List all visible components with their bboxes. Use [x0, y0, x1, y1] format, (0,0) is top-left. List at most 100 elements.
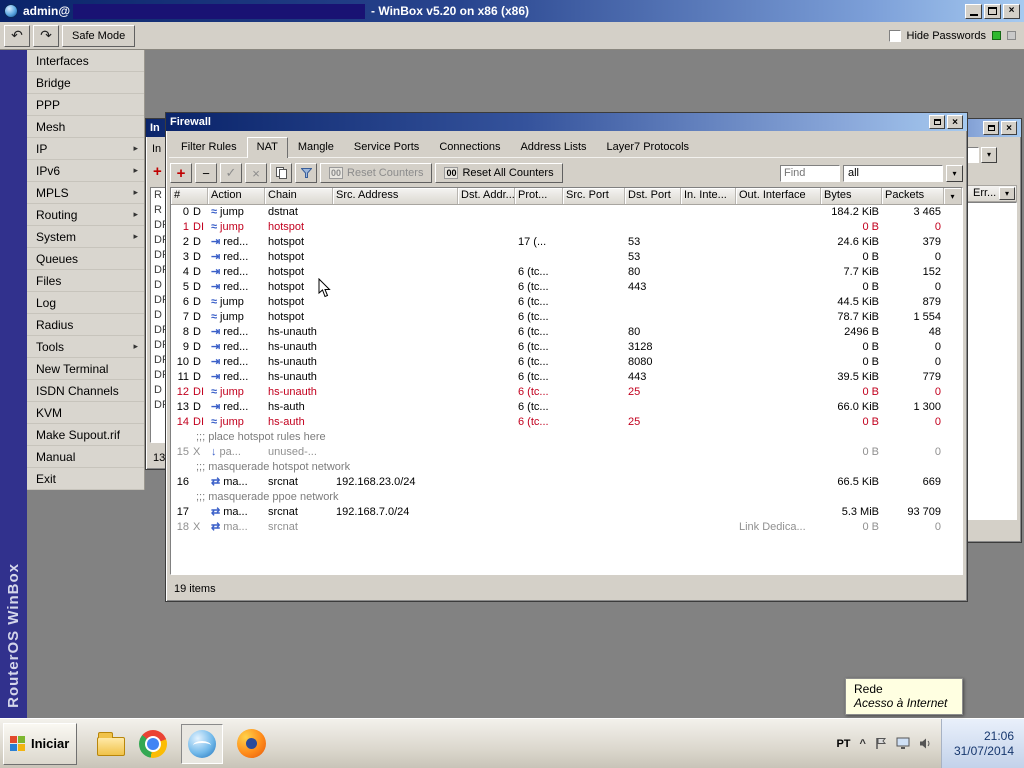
winbox-taskbar-button[interactable]	[181, 723, 223, 764]
notification-flag-icon[interactable]	[875, 737, 887, 750]
redo-button[interactable]: ↷	[33, 24, 59, 47]
copy-rule-button[interactable]	[270, 163, 292, 183]
comment-row[interactable]: ;;; place hotspot rules here	[171, 430, 962, 445]
right-window-column-select-button[interactable]: ▾	[999, 187, 1015, 200]
nat-rule-row[interactable]: 8 D ⇥ red... hs-unauth 6 (tc... 80 2496 B 48	[171, 325, 962, 340]
nat-rule-row[interactable]: 11 D ⇥ red... hs-unauth 6 (tc... 443 39.5 KiB 77…	[171, 370, 962, 385]
sidebar-item-ppp[interactable]: PPP	[27, 94, 144, 116]
right-window-restore-button[interactable]	[983, 121, 999, 135]
tab-layer7-protocols[interactable]: Layer7 Protocols	[597, 137, 700, 157]
file-manager-icon[interactable]	[97, 731, 125, 756]
sidebar-item-queues[interactable]: Queues	[27, 248, 144, 270]
nat-rule-row[interactable]: 6 D ≈ jump hotspot 6 (tc... 44.5 KiB 879	[171, 295, 962, 310]
firefox-icon[interactable]	[237, 729, 266, 758]
firewall-titlebar[interactable]: Firewall ×	[166, 113, 967, 131]
comment-row[interactable]: ;;; masquerade ppoe network	[171, 490, 962, 505]
nat-rule-row[interactable]: 5 D ⇥ red... hotspot 6 (tc... 443 0 B0	[171, 280, 962, 295]
nat-rule-row[interactable]: 10 D ⇥ red... hs-unauth 6 (tc... 8080 0 B0	[171, 355, 962, 370]
nat-rule-row[interactable]: 0 D ≈ jump dstnat 184.2 KiB 3 465	[171, 205, 962, 220]
column-select-button[interactable]: ▾	[944, 188, 962, 204]
comment-row[interactable]: ;;; masquerade hotspot network	[171, 460, 962, 475]
filter-button[interactable]	[295, 163, 317, 183]
tab-service-ports[interactable]: Service Ports	[344, 137, 429, 157]
nat-rule-row[interactable]: 3 D ⇥ red... hotspot 53 0 B0	[171, 250, 962, 265]
nat-rule-row[interactable]: 18 X ⇄ ma... srcnat Link Dedica... 0 B0	[171, 520, 962, 535]
sidebar-item-mpls[interactable]: MPLS ▸	[27, 182, 144, 204]
safe-mode-button[interactable]: Safe Mode	[62, 24, 136, 47]
find-input[interactable]	[780, 164, 840, 182]
minimize-button[interactable]	[965, 3, 982, 19]
network-icon[interactable]	[896, 737, 910, 750]
sidebar-item-ipv6[interactable]: IPv6 ▸	[27, 160, 144, 182]
volume-icon[interactable]	[919, 737, 932, 750]
nat-rule-row[interactable]: 16 ⇄ ma... srcnat 192.168.23.0/24 66.5 KiB 669	[171, 475, 962, 490]
language-indicator[interactable]: PT	[836, 738, 850, 750]
nat-rule-row[interactable]: 7 D ≈ jump hotspot 6 (tc... 78.7 KiB 1 554	[171, 310, 962, 325]
column-header-bytes[interactable]: Bytes	[821, 188, 882, 204]
sidebar-item-tools[interactable]: Tools ▸	[27, 336, 144, 358]
nat-rule-row[interactable]: 17 ⇄ ma... srcnat 192.168.7.0/24 5.3 MiB 93 70…	[171, 505, 962, 520]
chrome-icon[interactable]	[139, 729, 167, 758]
sidebar-item-kvm[interactable]: KVM	[27, 402, 144, 424]
column-header-chain[interactable]: Chain	[265, 188, 333, 204]
sidebar-item-manual[interactable]: Manual	[27, 446, 144, 468]
close-button[interactable]: ×	[1003, 3, 1020, 19]
column-header-dst-port[interactable]: Dst. Port	[625, 188, 681, 204]
sidebar-item-log[interactable]: Log	[27, 292, 144, 314]
sidebar-item-exit[interactable]: Exit	[27, 468, 144, 490]
column-header-in-inte[interactable]: In. Inte...	[681, 188, 736, 204]
sidebar-item-system[interactable]: System ▸	[27, 226, 144, 248]
tab-address-lists[interactable]: Address Lists	[510, 137, 596, 157]
tab-nat[interactable]: NAT	[246, 137, 288, 158]
sidebar-item-mesh[interactable]: Mesh	[27, 116, 144, 138]
nat-rule-row[interactable]: 4 D ⇥ red... hotspot 6 (tc... 80 7.7 KiB 152	[171, 265, 962, 280]
hidden-icons-chevron[interactable]: ^	[860, 738, 866, 750]
disable-rule-button[interactable]: ×	[245, 163, 267, 183]
column-header-err[interactable]: Err...	[973, 187, 996, 199]
sidebar-item-make-supout-rif[interactable]: Make Supout.rif	[27, 424, 144, 446]
firewall-close-button[interactable]: ×	[947, 115, 963, 129]
tab-connections[interactable]: Connections	[429, 137, 510, 157]
sidebar-item-ip[interactable]: IP ▸	[27, 138, 144, 160]
remove-rule-button[interactable]: −	[195, 163, 217, 183]
nat-rule-row[interactable]: 12 DI ≈ jump hs-unauth 6 (tc... 25 0 B0	[171, 385, 962, 400]
tab-filter-rules[interactable]: Filter Rules	[171, 137, 247, 157]
column-header-dst-addr[interactable]: Dst. Addr...	[458, 188, 515, 204]
reset-counters-button[interactable]: 00 Reset Counters	[320, 163, 433, 183]
nat-rule-row[interactable]: 1 DI ≈ jump hotspot 0 B0	[171, 220, 962, 235]
clock[interactable]: 21:06 31/07/2014	[940, 719, 1024, 768]
sidebar-item-isdn-channels[interactable]: ISDN Channels	[27, 380, 144, 402]
chain-filter-arrow-icon[interactable]: ▾	[946, 164, 963, 182]
interface-window-tab[interactable]: In	[152, 143, 161, 155]
start-button[interactable]: Iniciar	[3, 722, 77, 765]
hide-passwords-checkbox[interactable]	[888, 29, 901, 42]
column-header-out-interface[interactable]: Out. Interface	[736, 188, 821, 204]
firewall-restore-button[interactable]	[929, 115, 945, 129]
sidebar-item-new-terminal[interactable]: New Terminal	[27, 358, 144, 380]
column-header-num[interactable]: #	[171, 188, 208, 204]
column-header-src-address[interactable]: Src. Address	[333, 188, 458, 204]
sidebar-item-interfaces[interactable]: Interfaces	[27, 50, 144, 72]
column-header-action[interactable]: Action	[208, 188, 265, 204]
nat-rule-row[interactable]: 13 D ⇥ red... hs-auth 6 (tc... 66.0 KiB 1 300	[171, 400, 962, 415]
add-rule-button[interactable]: +	[170, 163, 192, 183]
sidebar-item-routing[interactable]: Routing ▸	[27, 204, 144, 226]
column-header-src-port[interactable]: Src. Port	[563, 188, 625, 204]
undo-button[interactable]: ↶	[4, 24, 30, 47]
interface-add-button[interactable]: +	[153, 163, 162, 180]
reset-all-counters-button[interactable]: 00 Reset All Counters	[435, 163, 563, 183]
sidebar-item-radius[interactable]: Radius	[27, 314, 144, 336]
nat-rule-row[interactable]: 15 X ↓ pa... unused-... 0 B0	[171, 445, 962, 460]
enable-rule-button[interactable]: ✓	[220, 163, 242, 183]
sidebar-item-files[interactable]: Files	[27, 270, 144, 292]
chain-filter-dropdown[interactable]: all	[843, 164, 943, 182]
nat-rule-row[interactable]: 2 D ⇥ red... hotspot 17 (... 53 24.6 KiB 379	[171, 235, 962, 250]
sidebar-item-bridge[interactable]: Bridge	[27, 72, 144, 94]
column-header-packets[interactable]: Packets	[882, 188, 944, 204]
nat-rule-row[interactable]: 14 DI ≈ jump hs-auth 6 (tc... 25 0 B0	[171, 415, 962, 430]
column-header-prot[interactable]: Prot...	[515, 188, 563, 204]
right-window-combo-arrow-icon[interactable]: ▾	[981, 147, 997, 163]
maximize-button[interactable]	[984, 3, 1001, 19]
nat-rule-row[interactable]: 9 D ⇥ red... hs-unauth 6 (tc... 3128 0 B0	[171, 340, 962, 355]
right-window-close-button[interactable]: ×	[1001, 121, 1017, 135]
